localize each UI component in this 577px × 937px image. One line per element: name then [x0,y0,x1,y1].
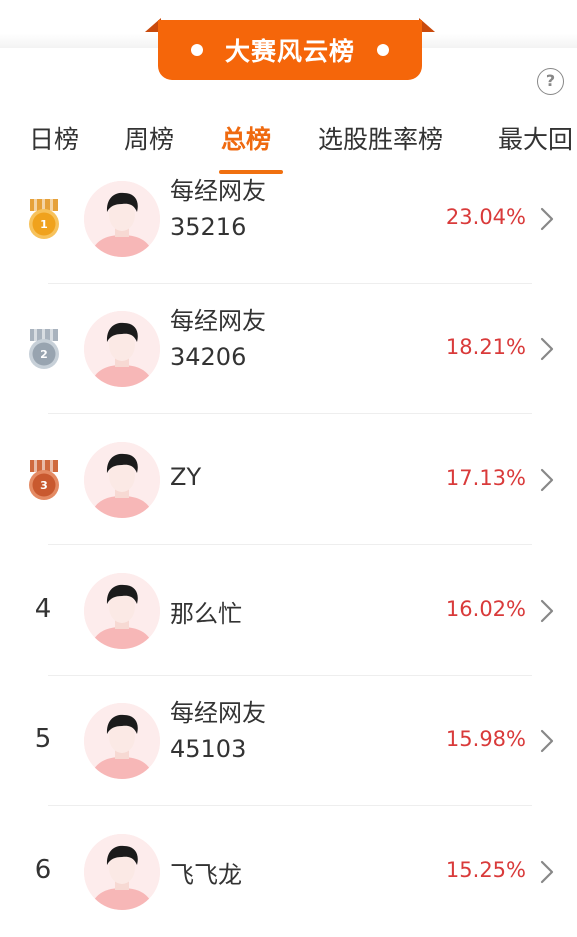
default-avatar-icon [84,311,160,387]
rank-number: 6 [34,855,52,885]
help-icon[interactable]: ? [537,68,564,95]
leaderboard-row[interactable]: 2 每经网友 34206 18.21% [0,284,577,414]
default-avatar-icon [84,573,160,649]
leaderboard-row[interactable]: 3 ZY 17.13% [0,415,577,545]
rank-number: 5 [34,724,52,754]
user-id-number: 45103 [170,735,247,763]
user-name: 每经网友 [170,699,266,727]
chevron-right-icon[interactable] [538,729,556,753]
banner-ribbon: 大赛风云榜 [158,20,422,80]
tab-daily[interactable]: 日榜 [29,120,79,156]
leaderboard-row[interactable]: 1 每经网友 35216 23.04% [0,154,577,284]
return-rate: 17.13% [445,466,526,490]
default-avatar-icon [84,442,160,518]
chevron-right-icon[interactable] [538,337,556,361]
user-avatar [84,311,160,387]
return-rate: 23.04% [445,205,526,229]
user-name: 每经网友 [170,307,266,335]
silver-medal-icon: 2 [29,329,59,369]
row-divider [48,413,532,414]
leaderboard-row[interactable]: 4 那么忙 16.02% [0,546,577,676]
return-rate: 16.02% [445,597,526,621]
row-divider [48,805,532,806]
banner-title: 大赛风云榜 [224,37,355,66]
user-avatar [84,181,160,257]
user-avatar [84,573,160,649]
user-avatar [84,834,160,910]
row-divider [48,544,532,545]
bronze-medal-icon: 3 [29,460,59,500]
return-rate: 15.25% [445,858,526,882]
leaderboard-row[interactable]: 5 每经网友 45103 15.98% [0,676,577,806]
chevron-right-icon[interactable] [538,599,556,623]
tab-weekly[interactable]: 周榜 [124,120,174,156]
return-rate: 15.98% [445,727,526,751]
user-name: 每经网友 [170,177,266,205]
chevron-right-icon[interactable] [538,207,556,231]
user-avatar [84,442,160,518]
gold-medal-icon: 1 [29,199,59,239]
banner-dot-left [190,44,203,56]
leaderboard-row[interactable]: 6 飞飞龙 15.25% [0,807,577,937]
tab-overall[interactable]: 总榜 [221,120,271,156]
user-avatar [84,703,160,779]
medal-rank-label: 3 [40,479,48,492]
user-id-number: 34206 [170,343,247,371]
tab-max-drawdown[interactable]: 最大回 [498,120,573,156]
default-avatar-icon [84,181,160,257]
banner-dot-right [377,44,389,56]
user-name: 飞飞龙 [170,861,242,889]
leaderboard-banner: 大赛风云榜 [145,18,435,80]
default-avatar-icon [84,703,160,779]
rank-number: 4 [34,594,52,624]
default-avatar-icon [84,834,160,910]
user-name: 那么忙 [170,600,242,628]
user-id-number: 35216 [170,213,247,241]
chevron-right-icon[interactable] [538,468,556,492]
return-rate: 18.21% [445,335,526,359]
tab-stock-win-rate[interactable]: 选股胜率榜 [318,120,443,156]
chevron-right-icon[interactable] [538,860,556,884]
user-name: ZY [170,463,202,491]
medal-rank-label: 1 [40,218,48,231]
medal-rank-label: 2 [40,348,48,361]
